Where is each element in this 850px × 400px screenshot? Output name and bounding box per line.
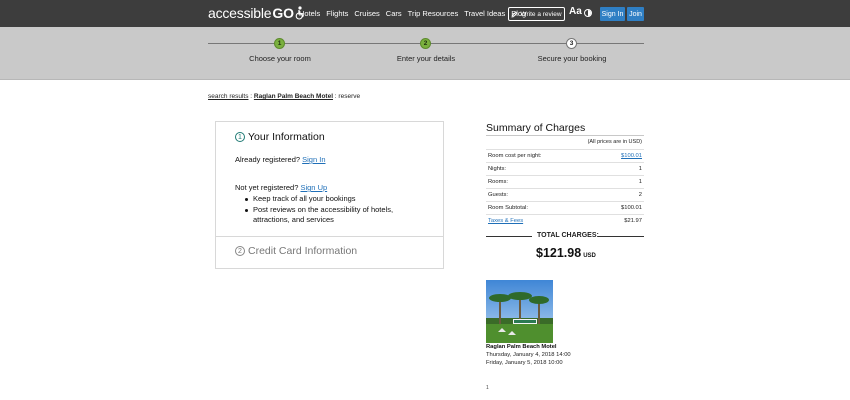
nav-hotels[interactable]: Hotels: [299, 9, 320, 18]
charge-row: Guests: 2: [486, 188, 644, 201]
total-currency: USD: [583, 253, 596, 259]
total-rule-left: [486, 236, 532, 237]
text-size-toggle[interactable]: Aa: [569, 6, 582, 17]
your-information-panel: 1 Your Information Already registered? S…: [215, 121, 444, 269]
step-3-label: Secure your booking: [537, 54, 607, 63]
sign-in-button[interactable]: Sign In: [600, 7, 625, 21]
step-1-indicator: 1: [274, 38, 285, 49]
charge-label: Guests:: [488, 192, 508, 198]
summary-title: Summary of Charges: [486, 122, 586, 134]
top-navigation-bar: accessible GO Hotels Flights Cruises Car…: [0, 0, 850, 27]
write-review-label: Write a review: [520, 10, 562, 18]
credit-card-heading[interactable]: 2 Credit Card Information: [235, 245, 357, 257]
breadcrumb-hotel[interactable]: Raglan Palm Beach Motel: [254, 93, 333, 100]
benefit-item: Keep track of all your bookings: [245, 194, 425, 205]
breadcrumb-current: reserve: [338, 93, 361, 100]
registration-benefits-list: Keep track of all your bookings Post rev…: [245, 194, 425, 226]
hotel-photo-image: [486, 280, 553, 343]
currency-note: (All prices are in USD): [587, 139, 642, 145]
charge-row: Rooms: 1: [486, 175, 644, 188]
step-2-indicator: 2: [420, 38, 431, 49]
accessiblego-logo[interactable]: accessible GO: [208, 3, 305, 23]
pencil-icon: [511, 11, 518, 18]
breadcrumb: search results : Raglan Palm Beach Motel…: [208, 93, 360, 100]
section-2-number: 2: [235, 246, 245, 256]
charge-row: Nights: 1: [486, 162, 644, 175]
already-registered-line: Already registered? Sign In: [235, 155, 326, 164]
summary-rule: [486, 135, 644, 136]
logo-text: accessible: [208, 5, 272, 21]
already-registered-text: Already registered?: [235, 155, 301, 164]
not-registered-text: Not yet registered?: [235, 183, 299, 192]
footnote-marker: 1: [486, 385, 489, 391]
nav-cars[interactable]: Cars: [386, 9, 402, 18]
charge-row: Taxes & Fees $21.97: [486, 214, 644, 227]
step-3-indicator: 3: [566, 38, 577, 49]
total-rule-right: [598, 236, 644, 237]
step-2-label: Enter your details: [396, 54, 456, 63]
sign-in-link[interactable]: Sign In: [302, 155, 325, 164]
section-divider: [216, 236, 443, 237]
nav-cruises[interactable]: Cruises: [354, 9, 379, 18]
total-charges-amount: $121.98 USD: [536, 246, 596, 260]
nav-flights[interactable]: Flights: [326, 9, 348, 18]
hotel-name: Raglan Palm Beach Motel: [486, 344, 557, 350]
charge-value: $21.97: [624, 218, 642, 224]
benefit-item: Post reviews on the accessibility of hot…: [245, 205, 425, 226]
your-information-title: Your Information: [248, 131, 325, 143]
total-charges-label: TOTAL CHARGES:: [537, 232, 599, 239]
taxes-fees-link[interactable]: Taxes & Fees: [488, 218, 523, 224]
not-registered-line: Not yet registered? Sign Up: [235, 183, 327, 192]
charge-row: Room cost per night: $100.01: [486, 149, 644, 162]
section-1-number: 1: [235, 132, 245, 142]
breadcrumb-search-results[interactable]: search results: [208, 93, 248, 100]
charge-label: Room cost per night:: [488, 153, 542, 159]
write-review-button[interactable]: Write a review: [508, 7, 565, 21]
booking-progress: 1 Choose your room 2 Enter your details …: [0, 27, 850, 80]
charges-table: Room cost per night: $100.01 Nights: 1 R…: [486, 149, 644, 227]
charge-label: Room Subtotal:: [488, 205, 528, 211]
join-button[interactable]: Join: [627, 7, 644, 21]
charge-label: Nights:: [488, 166, 507, 172]
charge-label: Rooms:: [488, 179, 508, 185]
total-value: $121.98: [536, 246, 582, 260]
credit-card-title: Credit Card Information: [248, 245, 358, 257]
room-cost-link[interactable]: $100.01: [621, 153, 642, 159]
check-in-date: Thursday, January 4, 2018 14:00: [486, 352, 571, 358]
check-out-date: Friday, January 5, 2018 10:00: [486, 360, 563, 366]
charge-value: 2: [638, 192, 642, 198]
your-information-heading[interactable]: 1 Your Information: [235, 131, 325, 143]
charge-value: 1: [638, 166, 642, 172]
main-nav: Hotels Flights Cruises Cars Trip Resourc…: [299, 0, 532, 27]
nav-trip-resources[interactable]: Trip Resources: [408, 9, 459, 18]
charge-value: 1: [638, 179, 642, 185]
charge-value: $100.01: [621, 205, 642, 211]
logo-go-text: GO: [272, 5, 294, 21]
contrast-icon[interactable]: [584, 9, 592, 17]
nav-travel-ideas[interactable]: Travel Ideas: [464, 9, 505, 18]
sign-up-link[interactable]: Sign Up: [300, 183, 327, 192]
hotel-photo[interactable]: [486, 280, 553, 343]
charge-row: Room Subtotal: $100.01: [486, 201, 644, 214]
step-1-label: Choose your room: [249, 54, 311, 63]
